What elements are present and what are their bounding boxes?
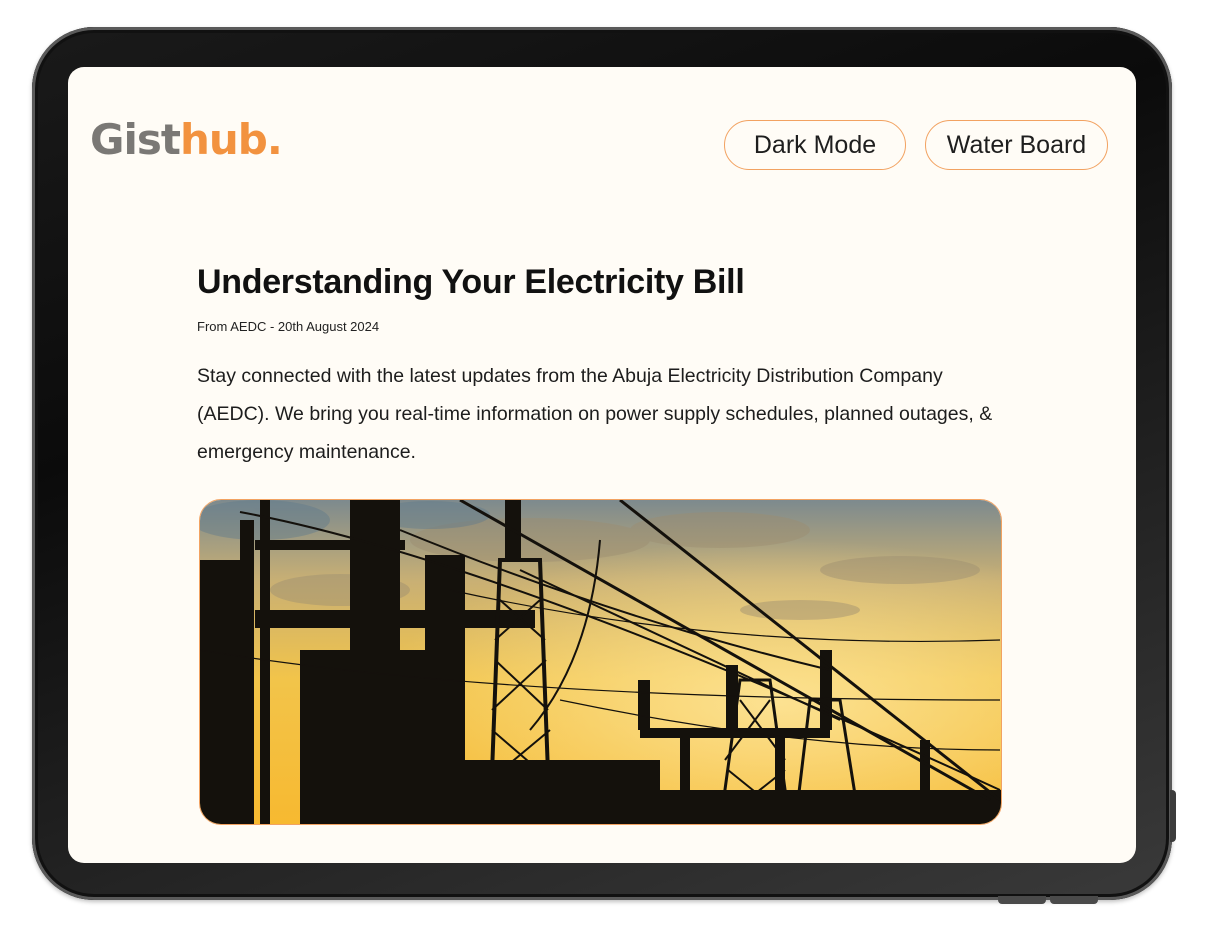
volume-button <box>1050 896 1098 904</box>
article-image <box>199 499 1002 825</box>
gisthub-logo[interactable]: Gisthub. <box>90 115 283 165</box>
article-title: Understanding Your Electricity Bill <box>197 263 745 301</box>
article-meta: From AEDC - 20th August 2024 <box>197 319 380 334</box>
screen: Gisthub. Dark Mode Water Board Understan… <box>68 67 1136 863</box>
power-button <box>1170 790 1176 842</box>
logo-hub: hub. <box>179 115 283 164</box>
water-board-button[interactable]: Water Board <box>925 120 1108 170</box>
article-body: Stay connected with the latest updates f… <box>197 365 993 463</box>
dark-mode-button[interactable]: Dark Mode <box>724 120 906 170</box>
power-lines-image <box>200 500 1001 824</box>
logo-gist: Gist <box>90 115 181 164</box>
volume-button <box>998 896 1046 904</box>
